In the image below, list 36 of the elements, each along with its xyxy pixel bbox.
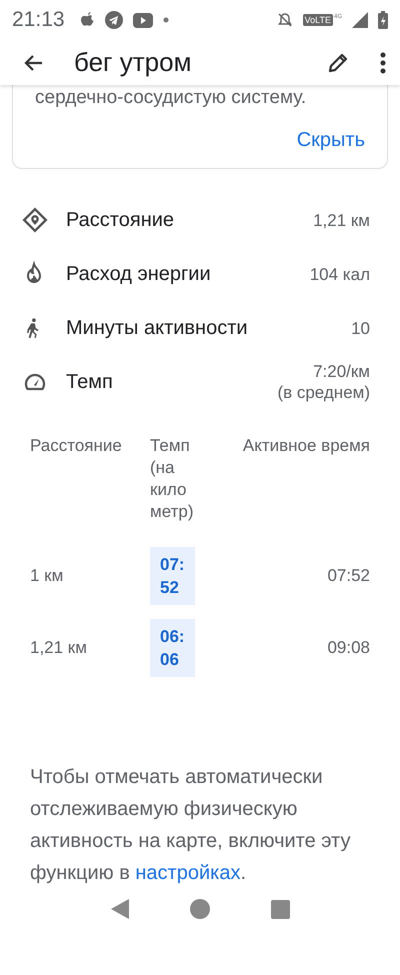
stat-label: Темп bbox=[66, 370, 114, 394]
stat-label: Расход энергии bbox=[66, 262, 212, 286]
play-icon bbox=[132, 12, 153, 28]
column-header: Активное время bbox=[242, 435, 370, 457]
table-cell-text: 07:52 bbox=[326, 566, 370, 586]
location-diamond-icon bbox=[22, 207, 48, 233]
muted-bell-icon bbox=[276, 12, 293, 28]
back-triangle-icon[interactable] bbox=[110, 899, 128, 919]
battery-icon bbox=[378, 11, 388, 29]
signal-icon bbox=[352, 12, 368, 28]
apple-icon bbox=[80, 12, 95, 28]
table-cell-text: 09:08 bbox=[326, 638, 370, 658]
stat-value: 7:20/км (в среднем) bbox=[277, 361, 370, 403]
settings-link[interactable]: настройках bbox=[135, 862, 240, 884]
pace-chip: 06:06 bbox=[150, 619, 195, 677]
card-text: сердечно-сосудистую систему. bbox=[35, 87, 308, 109]
dot-icon bbox=[162, 17, 169, 23]
status-time: 21:13 bbox=[12, 8, 65, 32]
more-options-icon[interactable] bbox=[380, 52, 386, 74]
stat-value: 10 bbox=[351, 318, 370, 338]
settings-hint-text: Чтобы отмечать автоматически отслеживаемую физическую активность на карте, включите эту функцию в настройках. bbox=[30, 765, 352, 886]
app-bar-title: бег утром bbox=[74, 47, 192, 78]
column-header: Расстояние bbox=[30, 435, 123, 457]
stat-label: Минуты активности bbox=[66, 316, 249, 340]
hide-button[interactable]: Скрыть bbox=[296, 125, 365, 156]
home-circle-icon[interactable] bbox=[190, 899, 210, 919]
stat-label: Расстояние bbox=[66, 208, 176, 232]
column-header: Темп (на кило метр) bbox=[150, 435, 194, 523]
stat-value: 104 кал bbox=[310, 264, 370, 284]
volte-label: VoLTE bbox=[302, 14, 333, 26]
table-cell-text: 1 км bbox=[30, 566, 64, 586]
stat-value: 1,21 км bbox=[313, 210, 370, 230]
pace-chip: 07:52 bbox=[150, 547, 195, 605]
paper-plane-icon bbox=[104, 11, 123, 29]
recents-square-icon[interactable] bbox=[270, 900, 290, 918]
table-cell-text: 1,21 км bbox=[30, 638, 88, 658]
